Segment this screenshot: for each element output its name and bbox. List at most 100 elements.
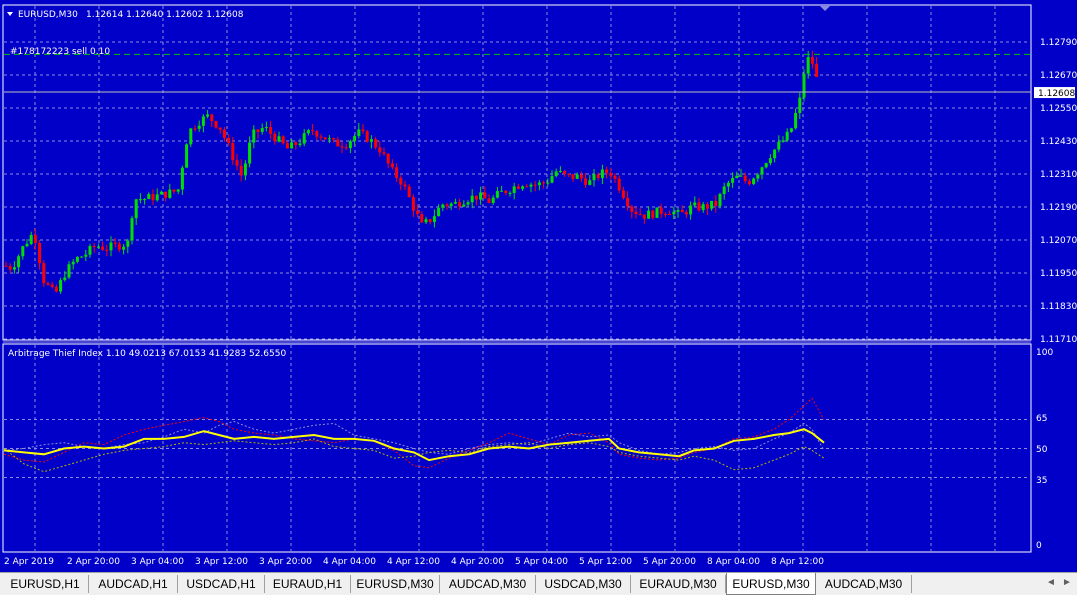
candle-body [617,178,621,191]
candle-body [483,192,487,199]
candle-body [164,191,168,198]
time-label: 4 Apr 20:00 [451,557,504,567]
candle-body [180,167,184,190]
candle-body [218,127,222,130]
candle-body [382,152,386,154]
price-label: 1.12190 [1040,203,1077,213]
candle-body [67,264,71,278]
candle-body [54,286,58,292]
price-label: 1.11710 [1040,335,1077,345]
candle-body [126,240,130,247]
candle-body [302,133,306,144]
time-label: 8 Apr 04:00 [707,557,760,567]
candle-body [306,130,310,134]
tab-audcad-h1[interactable]: AUDCAD,H1 [89,575,178,593]
candle-body [155,194,159,201]
candle-body [630,206,634,212]
candle-body [315,131,319,137]
candle-body [701,204,705,211]
candle-body [298,143,302,145]
candle-body [798,97,802,113]
candle-body [584,178,588,185]
candle-body [794,112,798,129]
candle-body [609,173,613,176]
candle-body [605,169,609,174]
candle-body [332,138,336,140]
candle-body [189,128,193,145]
candle-body [222,129,226,138]
tab-eurusd-m30[interactable]: EURUSD,M30 [351,575,440,593]
candle-body [764,163,768,168]
candle-body [726,182,730,187]
candle-body [672,211,676,215]
candle-body [252,129,256,143]
candle-body [327,138,331,140]
tab-eurusd-h1[interactable]: EURUSD,H1 [2,575,89,593]
candle-body [710,200,714,209]
candle-body [25,243,29,247]
candle-body [466,202,470,205]
time-label: 3 Apr 20:00 [259,557,312,567]
tab-euraud-h1[interactable]: EURAUD,H1 [265,575,351,593]
candle-body [546,182,550,184]
tab-eurusd-m30-active[interactable]: EURUSD,M30 [726,573,816,595]
candle-body [668,214,672,216]
scroll-right-icon[interactable]: ► [1062,577,1072,588]
candle-body [159,191,163,195]
price-label: 1.11830 [1040,302,1077,312]
candle-body [533,184,537,186]
tab-usdcad-m30[interactable]: USDCAD,M30 [536,575,631,593]
candle-body [680,210,684,213]
time-label: 3 Apr 12:00 [195,557,248,567]
price-label: 1.12070 [1040,236,1077,246]
candle-body [411,197,415,211]
candle-body [75,257,79,262]
time-label: 5 Apr 04:00 [515,557,568,567]
candle-body [739,175,743,177]
candle-body [806,57,810,74]
tab-usdcad-h1[interactable]: USDCAD,H1 [178,575,265,593]
candle-body [63,277,67,281]
tab-euraud-m30[interactable]: EURAUD,M30 [631,575,726,593]
candle-body [571,174,575,179]
candle-body [437,207,441,217]
candle-body [504,190,508,194]
candle-body [600,169,604,179]
time-label: 5 Apr 12:00 [579,557,632,567]
candle-body [495,191,499,198]
time-label: 4 Apr 04:00 [323,557,376,567]
candle-body [789,128,793,132]
candle-body [395,167,399,178]
candle-body [718,194,722,207]
candle-body [462,204,466,207]
candle-body [46,283,50,285]
candle-body [403,184,407,187]
candle-body [705,204,709,209]
candle-body [420,214,424,223]
candle-body [42,263,46,284]
candle-body [731,178,735,183]
tab-audcad-m30-2[interactable]: AUDCAD,M30 [816,575,912,593]
candle-body [714,200,718,207]
price-label: 1.12430 [1040,137,1077,147]
candle-body [634,211,638,215]
candle-body [176,189,180,192]
scroll-left-icon[interactable]: ◄ [1046,577,1056,588]
candle-body [558,170,562,172]
candle-body [449,203,453,207]
candle-body [785,131,789,141]
candle-body [96,246,100,248]
candle-body [500,190,504,192]
candle-body [638,214,642,216]
candle-body [722,186,726,195]
candle-body [143,199,147,201]
indicator-level-label: 50 [1036,445,1048,455]
candle-body [8,266,12,270]
indicator-level-label: 0 [1036,541,1042,551]
chart-area[interactable]: #178172223 sell 0.10 EURUSD,M30 1.12614 … [0,0,1077,572]
candle-body [277,136,281,142]
candle-body [773,149,777,159]
tab-audcad-m30[interactable]: AUDCAD,M30 [440,575,536,593]
candle-body [117,243,121,250]
candle-body [760,167,764,175]
